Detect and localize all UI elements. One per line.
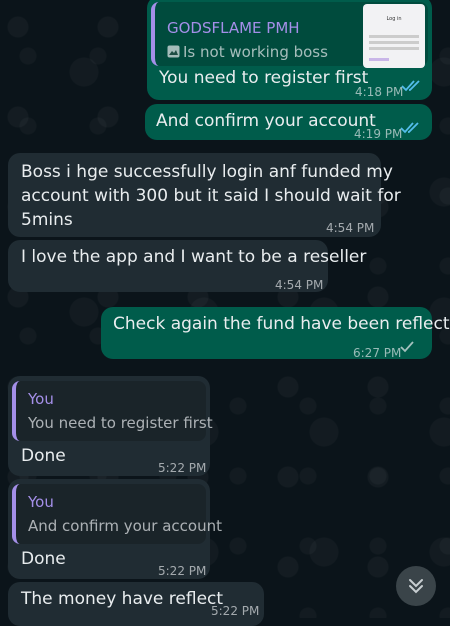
delivered-check-icon: [400, 341, 414, 353]
outgoing-message-register[interactable]: GODSFLAME PMH Is not working boss Log in…: [147, 0, 432, 100]
message-text: The money have reflect: [21, 589, 224, 609]
incoming-message-money-reflect[interactable]: The money have reflect 5:22 PM: [8, 582, 264, 626]
outgoing-message-confirm[interactable]: And confirm your account 4:19 PM: [145, 104, 432, 141]
reply-quote[interactable]: You You need to register first: [12, 381, 213, 441]
read-double-check-icon: [400, 122, 419, 134]
message-text: I love the app and I want to be a resell…: [21, 247, 367, 267]
message-text: You need to register first: [159, 68, 369, 88]
message-line: Boss i hge successfully login anf funded…: [21, 162, 393, 182]
message-text: And confirm your account: [156, 111, 376, 131]
message-time: 5:22 PM: [211, 604, 260, 618]
reply-text: You need to register first: [28, 414, 213, 432]
double-chevron-down-icon: [409, 579, 423, 594]
message-time: 5:22 PM: [158, 564, 207, 578]
message-time: 4:18 PM: [355, 85, 404, 99]
reply-quote[interactable]: GODSFLAME PMH Is not working boss Log in: [151, 2, 428, 68]
message-text: Done: [21, 549, 66, 569]
message-time: 4:54 PM: [275, 278, 324, 292]
incoming-message-reseller[interactable]: I love the app and I want to be a resell…: [8, 240, 366, 292]
message-time: 4:54 PM: [326, 221, 375, 235]
read-double-check-icon: [401, 80, 420, 92]
photo-icon: [167, 45, 180, 58]
message-line: account with 300 but it said I should wa…: [21, 186, 401, 206]
reply-quote[interactable]: You And confirm your account: [12, 484, 222, 544]
message-time: 6:27 PM: [353, 346, 402, 360]
message-text: Done: [21, 446, 66, 466]
message-time: 4:19 PM: [354, 127, 403, 141]
reply-text: And confirm your account: [28, 517, 222, 535]
incoming-message-done-2[interactable]: You And confirm your account Done 5:22 P…: [8, 479, 222, 579]
reply-thumbnail: Log in: [363, 4, 425, 68]
message-text: Check again the fund have been reflected: [113, 314, 450, 334]
incoming-message-done-1[interactable]: You You need to register first Done 5:22…: [8, 376, 213, 476]
reply-text: Is not working boss: [167, 40, 328, 64]
message-line: 5mins: [21, 210, 73, 230]
thumbnail-title: Log in: [386, 16, 402, 22]
reply-author: You: [28, 493, 54, 511]
reply-author: You: [28, 390, 54, 408]
outgoing-message-check-fund[interactable]: Check again the fund have been reflected…: [101, 307, 450, 360]
message-time: 5:22 PM: [158, 461, 207, 475]
reply-author: GODSFLAME PMH: [167, 19, 300, 37]
scroll-to-bottom-button[interactable]: [396, 566, 436, 606]
incoming-message-funded[interactable]: Boss i hge successfully login anf funded…: [8, 153, 401, 237]
